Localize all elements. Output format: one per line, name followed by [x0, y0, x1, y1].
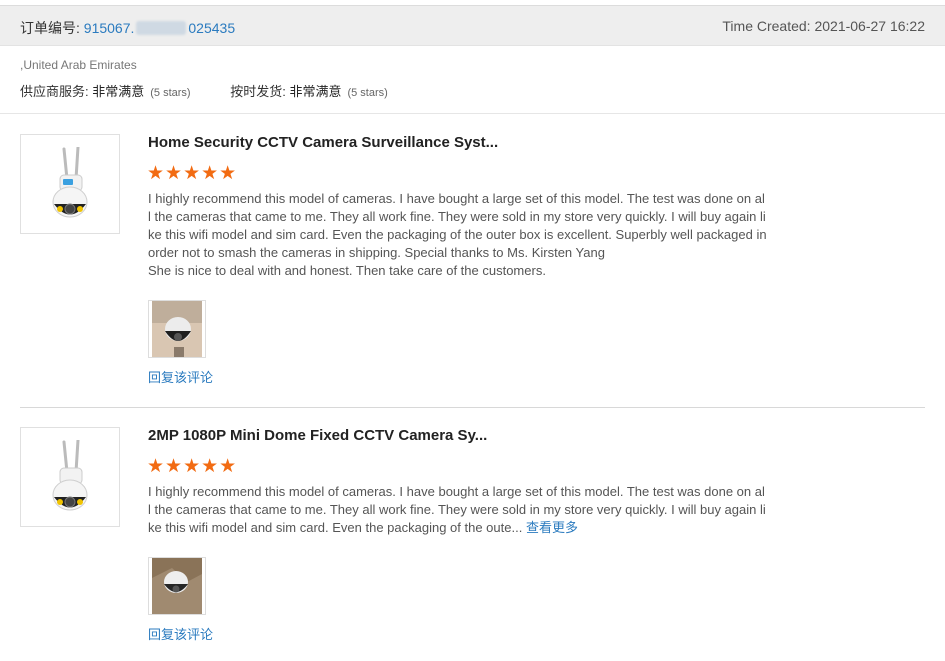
review-text: I highly recommend this model of cameras…: [148, 191, 767, 278]
reply-to-review-link[interactable]: 回复该评论: [148, 367, 213, 386]
reply-to-review-link[interactable]: 回复该评论: [148, 624, 213, 643]
rating-stars: ★★★★★: [147, 163, 238, 184]
product-title[interactable]: 2MP 1080P Mini Dome Fixed CCTV Camera Sy…: [148, 427, 708, 444]
order-number: 订单编号: 915067. 025435: [20, 18, 235, 38]
time-created: Time Created: 2021-06-27 16:22: [722, 18, 925, 34]
rating-supplier-service: 供应商服务: 非常满意 (5 stars): [20, 84, 191, 99]
product-thumbnail[interactable]: [20, 134, 120, 234]
order-number-link[interactable]: 915067. 025435: [84, 20, 235, 36]
rating-stars: ★★★★★: [147, 456, 238, 477]
review-photo[interactable]: [148, 300, 206, 358]
review-item: Home Security CCTV Camera Surveillance S…: [20, 134, 925, 408]
camera-icon: [52, 147, 88, 218]
redacted-mask: [136, 21, 187, 35]
review-item: 2MP 1080P Mini Dome Fixed CCTV Camera Sy…: [20, 427, 925, 647]
divider: [0, 113, 945, 114]
see-more-link[interactable]: 查看更多: [526, 520, 578, 535]
rating-on-time-shipping: 按时发货: 非常满意 (5 stars): [230, 84, 388, 99]
camera-icon: [52, 440, 88, 511]
review-text: I highly recommend this model of cameras…: [148, 484, 766, 535]
product-thumbnail[interactable]: [20, 427, 120, 527]
order-header: 订单编号: 915067. 025435 Time Created: 2021-0…: [0, 5, 945, 46]
product-title[interactable]: Home Security CCTV Camera Surveillance S…: [148, 134, 708, 151]
order-number-label: 订单编号:: [20, 20, 84, 36]
buyer-country: ,United Arab Emirates: [20, 58, 137, 72]
review-photo[interactable]: [148, 557, 206, 615]
seller-ratings: 供应商服务: 非常满意 (5 stars) 按时发货: 非常满意 (5 stars): [20, 81, 424, 100]
